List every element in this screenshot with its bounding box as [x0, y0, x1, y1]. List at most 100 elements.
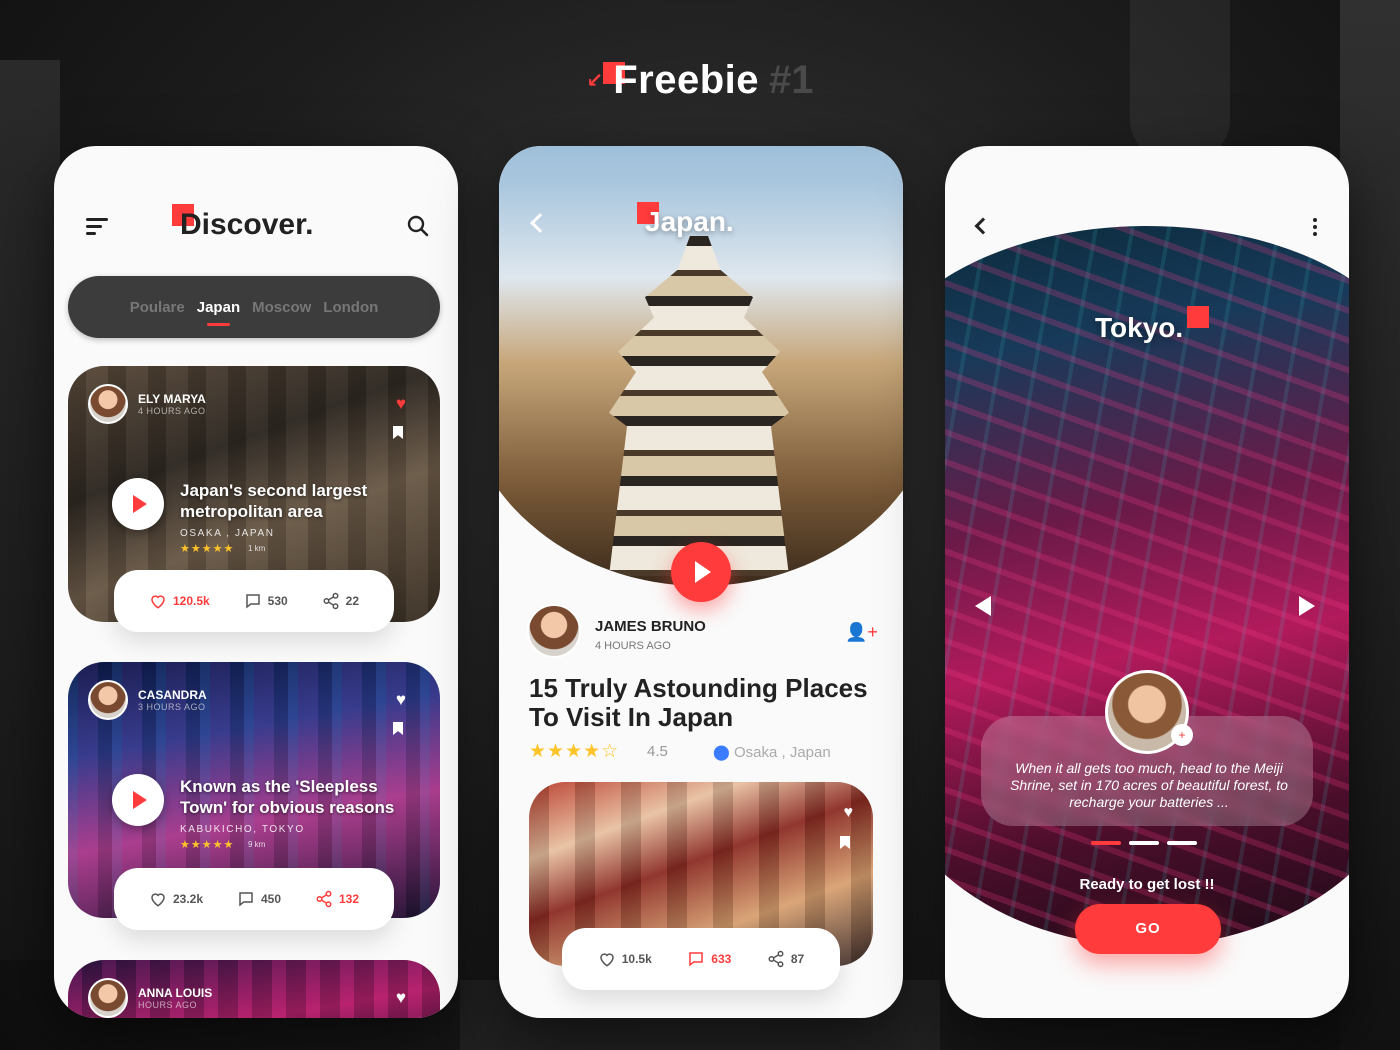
avatar[interactable]	[88, 680, 128, 720]
comments-count: 530	[267, 594, 288, 608]
search-icon[interactable]	[406, 214, 430, 238]
freebie-header: ↙ Freebie #1	[0, 50, 1400, 110]
star-rating: ★★★★★	[180, 839, 235, 851]
heart-icon[interactable]: ♥	[396, 690, 406, 710]
shares-count: 132	[338, 892, 360, 906]
card-stats: 120.5k 530 22	[114, 570, 394, 632]
comment-icon	[239, 892, 253, 907]
carousel-dot[interactable]	[1129, 841, 1159, 845]
page-title: Tokyo.	[1095, 312, 1184, 343]
tab-moscow[interactable]: Moscow	[252, 299, 311, 316]
story-card[interactable]: ANNA LOUIS HOURS AGO ♥	[68, 960, 440, 1018]
carousel-dot[interactable]	[1167, 841, 1197, 845]
japan-screen: Japan. JAMES BRUNO 4 HOURS AGO 👤+ 15 Tru…	[499, 146, 903, 1018]
tokyo-screen: Tokyo. + When it all gets too much, head…	[945, 146, 1349, 1018]
next-arrow-icon[interactable]	[1299, 596, 1315, 616]
card-author: ANNA LOUIS	[138, 986, 213, 1000]
location-text: Osaka , Japan	[733, 744, 831, 761]
shares-stat[interactable]: 22	[322, 592, 359, 610]
card-time: HOURS AGO	[138, 1000, 198, 1010]
comments-stat[interactable]: 633	[687, 950, 731, 968]
freebie-title: Freebie	[613, 57, 760, 102]
share-icon	[316, 890, 332, 908]
carousel-indicator	[1091, 841, 1197, 845]
article-headline: 15 Truly Astounding Places To Visit In J…	[529, 673, 868, 732]
tab-london[interactable]: London	[323, 299, 378, 316]
likes-stat[interactable]: 23.2k	[149, 890, 203, 908]
go-button[interactable]: GO	[1075, 904, 1221, 954]
comment-icon	[689, 952, 704, 967]
freebie-number: #1	[769, 57, 814, 102]
heart-icon[interactable]: ♥	[396, 988, 406, 1008]
play-button[interactable]	[112, 774, 164, 826]
play-button[interactable]	[112, 478, 164, 530]
likes-stat[interactable]: 120.5k	[149, 592, 210, 610]
comments-stat[interactable]: 530	[244, 592, 288, 610]
card-distance: 1 km	[248, 544, 266, 553]
location-label: ⬤ Osaka , Japan	[713, 743, 831, 761]
more-options-icon[interactable]	[1313, 218, 1317, 239]
play-button[interactable]	[671, 542, 731, 602]
cta-text: Ready to get lost !!	[1079, 876, 1215, 893]
shares-count: 87	[790, 952, 805, 966]
card-title: Known as the 'Sleepless Town' for obviou…	[180, 777, 395, 817]
heart-icon	[599, 953, 614, 967]
post-time: 4 HOURS AGO	[595, 640, 671, 652]
page-title: Discover.	[180, 208, 314, 241]
quote-text: When it all gets too much, head to the M…	[1010, 760, 1288, 810]
shares-count: 22	[345, 594, 360, 608]
share-icon	[323, 592, 339, 610]
card-title: Japan's second largest metropolitan area	[180, 481, 368, 521]
likes-stat[interactable]: 10.5k	[598, 950, 652, 968]
location-pin-icon: ⬤	[713, 744, 730, 761]
avatar[interactable]	[88, 978, 128, 1018]
shares-stat[interactable]: 132	[315, 890, 359, 908]
japan-logo: Japan.	[637, 202, 734, 237]
tab-poulare[interactable]: Poulare	[130, 299, 185, 316]
avatar[interactable]	[527, 604, 581, 658]
likes-count: 23.2k	[172, 892, 204, 906]
discover-screen: Discover. Poulare Japan Moscow London EL…	[54, 146, 458, 1018]
heart-icon[interactable]: ♥	[844, 804, 854, 822]
logo-square	[1187, 306, 1209, 328]
comments-count: 633	[711, 952, 732, 966]
background-right	[1340, 0, 1400, 1050]
card-author: ELY MARYA	[138, 392, 206, 406]
add-user-icon[interactable]: +	[1171, 724, 1193, 746]
comments-count: 450	[260, 892, 282, 906]
discover-logo: Discover.	[172, 204, 313, 241]
likes-count: 10.5k	[621, 952, 652, 966]
star-rating: ★★★★★	[180, 543, 235, 555]
add-user-icon[interactable]: 👤+	[845, 622, 878, 643]
heart-icon	[151, 893, 165, 907]
menu-icon[interactable]	[86, 218, 108, 235]
card-time: 4 HOURS AGO	[138, 406, 206, 416]
card-distance: 9 km	[248, 840, 266, 849]
freebie-logo: Freebie	[603, 57, 760, 103]
city-tabs: Poulare Japan Moscow London	[68, 276, 440, 338]
background-left	[0, 60, 60, 960]
likes-count: 120.5k	[172, 594, 210, 608]
castle-illustration	[609, 236, 789, 576]
heart-icon	[151, 595, 165, 609]
card-stats: 10.5k 633 87	[562, 928, 840, 990]
tab-japan[interactable]: Japan	[197, 299, 240, 326]
rating-value: 4.5	[647, 743, 668, 760]
share-icon	[768, 950, 784, 968]
heart-icon[interactable]: ♥	[396, 394, 406, 414]
card-location: OSAKA , JAPAN	[180, 528, 275, 539]
tokyo-logo: Tokyo.	[1095, 306, 1209, 344]
star-rating: ★★★★☆	[529, 741, 620, 762]
card-location: KABUKICHO, TOKYO	[180, 824, 305, 835]
comments-stat[interactable]: 450	[237, 890, 281, 908]
avatar[interactable]	[88, 384, 128, 424]
card-time: 3 HOURS AGO	[138, 702, 206, 712]
author-name: JAMES BRUNO	[595, 618, 706, 635]
comment-icon	[245, 594, 260, 609]
carousel-dot[interactable]	[1091, 841, 1121, 845]
previous-arrow-icon[interactable]	[975, 596, 991, 616]
card-author: CASANDRA	[138, 688, 207, 702]
card-stats: 23.2k 450 132	[114, 868, 394, 930]
page-title: Japan.	[645, 206, 734, 237]
shares-stat[interactable]: 87	[767, 950, 804, 968]
